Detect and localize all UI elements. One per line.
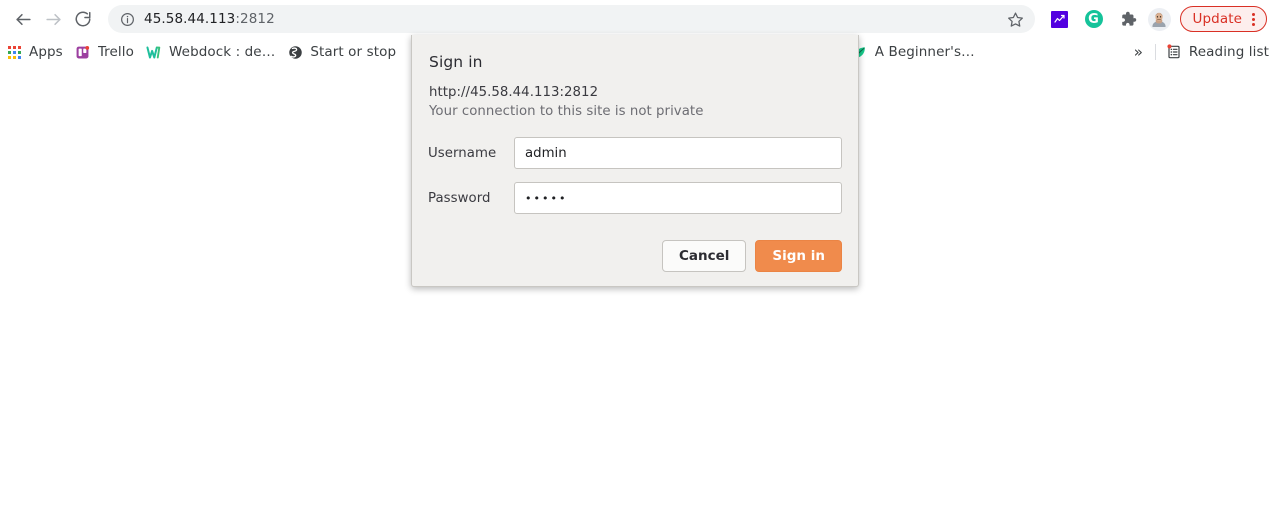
address-port: :2812	[235, 11, 275, 27]
bookmark-webdock[interactable]: Webdock : de…	[142, 40, 283, 64]
bookmark-apps[interactable]: Apps	[2, 40, 71, 64]
globe-icon	[287, 44, 303, 60]
dialog-security-subtext: Your connection to this site is not priv…	[429, 104, 704, 119]
reading-list-button[interactable]: Reading list	[1160, 40, 1275, 64]
bookmark-trello[interactable]: Trello	[71, 40, 142, 64]
bookmark-start-or-stop[interactable]: Start or stop	[283, 40, 404, 64]
password-label: Password	[428, 190, 491, 206]
address-bar[interactable]: 45.58.44.113:2812	[108, 5, 1035, 33]
analytics-extension-icon	[1051, 10, 1068, 28]
signin-submit-button[interactable]: Sign in	[755, 240, 842, 272]
puzzle-piece-icon	[1121, 11, 1136, 26]
chrome-menu-icon[interactable]	[1242, 8, 1264, 30]
grammarly-extension-icon: G	[1084, 10, 1103, 28]
cancel-button[interactable]: Cancel	[662, 240, 747, 272]
username-label: Username	[428, 145, 497, 161]
reading-list-icon	[1166, 44, 1182, 60]
dialog-title: Sign in	[429, 53, 483, 71]
update-button[interactable]: Update	[1179, 6, 1267, 32]
webdock-icon	[146, 44, 162, 60]
signin-dialog: Sign in http://45.58.44.113:2812 Your co…	[411, 35, 859, 287]
address-bar-text: 45.58.44.113:2812	[144, 11, 1003, 27]
grammarly-extension-button[interactable]: G	[1081, 6, 1107, 32]
browser-toolbar: 45.58.44.113:2812 G Update	[0, 0, 1279, 38]
forward-arrow-icon	[45, 13, 61, 25]
trello-icon	[75, 44, 91, 60]
bookmarks-divider	[1154, 44, 1156, 60]
back-arrow-icon	[15, 13, 31, 25]
avatar-face-icon	[1152, 13, 1166, 28]
bookmark-label: Webdock : de…	[169, 44, 276, 60]
bookmark-a-beginners[interactable]: A Beginner's…	[848, 40, 983, 64]
password-input[interactable]: •••••	[514, 182, 842, 214]
profile-avatar[interactable]	[1147, 7, 1171, 31]
password-row: Password •••••	[428, 182, 842, 214]
address-host: 45.58.44.113	[144, 11, 236, 27]
reload-button[interactable]	[68, 4, 98, 34]
extensions-button[interactable]	[1115, 6, 1141, 32]
username-row: Username admin	[428, 137, 842, 169]
bookmark-label: A Beginner's…	[874, 44, 975, 60]
reading-list-label: Reading list	[1188, 44, 1269, 60]
apps-grid-icon	[6, 44, 22, 60]
analytics-extension-button[interactable]	[1047, 6, 1073, 32]
bookmark-label: Trello	[97, 44, 134, 60]
reload-icon	[75, 11, 91, 27]
update-label: Update	[1192, 11, 1242, 27]
back-button[interactable]	[8, 4, 38, 34]
dialog-url: http://45.58.44.113:2812	[429, 85, 599, 100]
site-info-icon[interactable]	[120, 12, 135, 27]
bookmark-star-icon[interactable]	[1003, 6, 1029, 32]
username-input[interactable]: admin	[514, 137, 842, 169]
bookmarks-overflow-button[interactable]: »	[1126, 43, 1151, 61]
bookmark-label: Start or stop	[310, 44, 397, 60]
forward-button[interactable]	[38, 4, 68, 34]
bookmark-label: Apps	[29, 44, 63, 60]
dialog-button-row: Cancel Sign in	[428, 240, 842, 272]
